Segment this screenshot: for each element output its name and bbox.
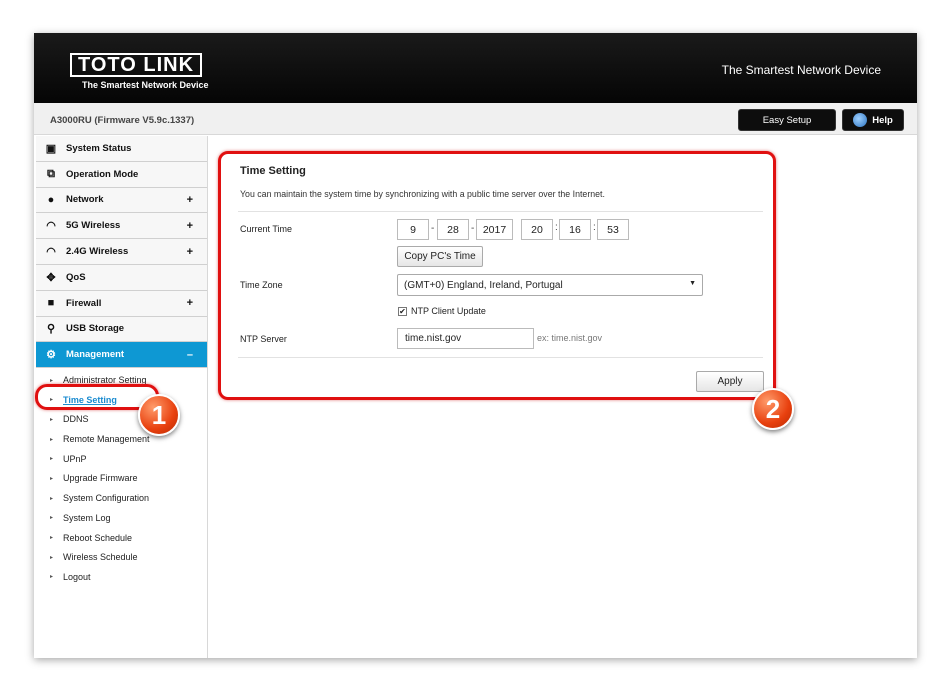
- highlight-time-setting-panel: [218, 151, 776, 400]
- bullet-icon: ▸: [50, 456, 54, 463]
- submenu-item-upgrade-firmware[interactable]: ▸ Upgrade Firmware: [36, 469, 207, 489]
- submenu-item-system-log[interactable]: ▸ System Log: [36, 508, 207, 528]
- submenu-item-label: Reboot Schedule: [63, 532, 133, 543]
- sidebar-item-usb-storage[interactable]: ⚲ USB Storage: [36, 316, 207, 343]
- sidebar-item-network[interactable]: ● Network +: [36, 187, 207, 214]
- collapse-icon: –: [186, 348, 193, 361]
- help-button[interactable]: Help: [842, 109, 904, 131]
- sidebar-item-firewall[interactable]: ■ Firewall +: [36, 290, 207, 317]
- bullet-icon: ▸: [50, 377, 54, 384]
- model-bar: A3000RU (Firmware V5.9c.1337) Easy Setup…: [34, 103, 917, 135]
- sidebar-item-label: 2.4G Wireless: [66, 246, 129, 258]
- bullet-icon: ▸: [50, 495, 54, 502]
- submenu-item-label: DDNS: [63, 414, 89, 425]
- sidebar-item-operation-mode[interactable]: ⧉ Operation Mode: [36, 161, 207, 188]
- easy-setup-button[interactable]: Easy Setup: [738, 109, 836, 131]
- sidebar-item-management[interactable]: ⚙ Management –: [36, 342, 207, 369]
- gear-icon: ⚙: [46, 349, 56, 362]
- submenu-item-logout[interactable]: ▸ Logout: [36, 567, 207, 587]
- sidebar-item-qos[interactable]: ✥ QoS: [36, 264, 207, 291]
- bullet-icon: ▸: [50, 475, 54, 482]
- submenu-item-label: Logout: [63, 571, 91, 582]
- sidebar-item-label: Operation Mode: [66, 168, 139, 180]
- sidebar-item-24g-wireless[interactable]: ◠ 2.4G Wireless +: [36, 239, 207, 265]
- submenu-item-ddns[interactable]: ▸ DDNS: [36, 410, 207, 430]
- model-firmware: A3000RU (Firmware V5.9c.1337): [50, 115, 195, 126]
- router-window: TOTO LINK The Smartest Network Device Th…: [34, 33, 917, 658]
- submenu-item-label: UPnP: [63, 453, 87, 464]
- wifi-icon: ◠: [46, 246, 56, 259]
- sidebar-item-system-status[interactable]: ▣ System Status: [36, 136, 207, 162]
- bullet-icon: ▸: [50, 416, 54, 423]
- sidebar-item-label: QoS: [66, 271, 86, 283]
- submenu-item-wireless-schedule[interactable]: ▸ Wireless Schedule: [36, 547, 207, 567]
- sidebar-item-label: USB Storage: [66, 323, 125, 335]
- bullet-icon: ▸: [50, 515, 54, 522]
- sidebar-item-label: System Status: [66, 142, 132, 154]
- sidebar-item-label: Network: [66, 194, 104, 206]
- submenu-item-label: System Configuration: [63, 493, 150, 504]
- totolink-logo: TOTO LINK The Smartest Network Device: [70, 53, 220, 93]
- submenu-item-label: Upgrade Firmware: [63, 473, 138, 484]
- usb-icon: ⚲: [46, 323, 56, 336]
- expand-icon: +: [186, 193, 193, 206]
- bullet-icon: ▸: [50, 535, 54, 542]
- submenu-item-label: System Log: [63, 512, 111, 523]
- expand-icon: +: [186, 219, 193, 232]
- submenu-item-upnp[interactable]: ▸ UPnP: [36, 449, 207, 469]
- wifi-icon: ◠: [46, 220, 56, 233]
- windows-icon: ⧉: [47, 167, 55, 180]
- help-label: Help: [872, 114, 893, 126]
- submenu-item-remote-management[interactable]: ▸ Remote Management: [36, 429, 207, 449]
- submenu-item-reboot-schedule[interactable]: ▸ Reboot Schedule: [36, 528, 207, 548]
- bullet-icon: ▸: [50, 554, 54, 561]
- expand-icon: +: [186, 297, 193, 310]
- bullet-icon: ▸: [50, 436, 54, 443]
- help-icon: [853, 113, 868, 127]
- step-badge-1: 1: [138, 394, 180, 436]
- header-slogan: The Smartest Network Device: [721, 63, 881, 77]
- sidebar-item-label: Management: [66, 349, 125, 361]
- chat-icon: ▣: [45, 142, 57, 155]
- logo-tagline: The Smartest Network Device: [82, 80, 209, 90]
- step-badge-2: 2: [752, 388, 794, 430]
- logo-text: TOTO LINK: [78, 54, 195, 76]
- sidebar-item-5g-wireless[interactable]: ◠ 5G Wireless +: [36, 213, 207, 240]
- globe-icon: ●: [47, 193, 55, 206]
- header-bar: TOTO LINK The Smartest Network Device Th…: [34, 33, 917, 103]
- sidebar-item-label: Firewall: [66, 297, 102, 309]
- submenu-item-label: Wireless Schedule: [63, 552, 138, 563]
- submenu-item-label: Remote Management: [63, 434, 150, 445]
- submenu-item-system-configuration[interactable]: ▸ System Configuration: [36, 488, 207, 508]
- lock-icon: ■: [47, 297, 55, 310]
- qos-icon: ✥: [46, 271, 56, 284]
- expand-icon: +: [186, 245, 193, 258]
- bullet-icon: ▸: [50, 574, 54, 581]
- sidebar-item-label: 5G Wireless: [66, 220, 121, 232]
